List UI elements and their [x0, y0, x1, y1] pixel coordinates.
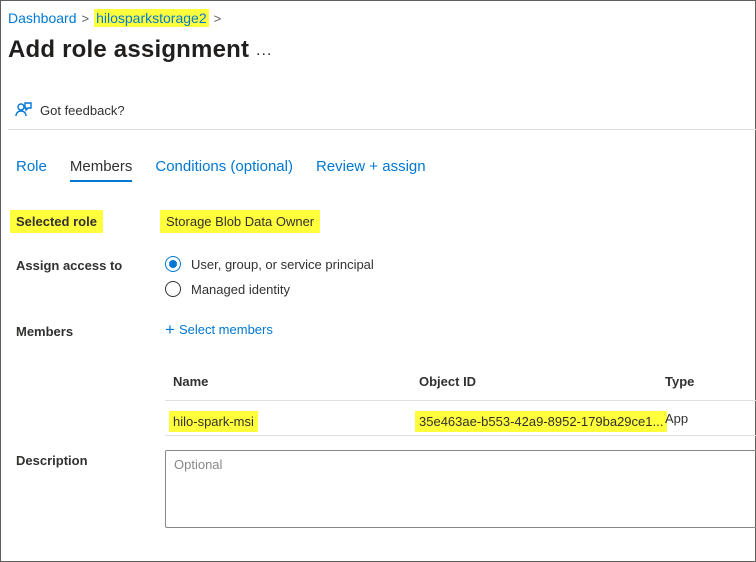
member-name: hilo-spark-msi — [169, 411, 258, 432]
radio-checked-icon[interactable] — [165, 256, 181, 272]
radio-user-group-sp[interactable]: User, group, or service principal — [165, 256, 374, 272]
tab-members[interactable]: Members — [69, 158, 132, 182]
column-header-type: Type — [665, 374, 695, 389]
radio-label: Managed identity — [191, 281, 291, 297]
selected-role-label: Selected role — [10, 210, 103, 233]
page-title: Add role assignment — [8, 36, 250, 63]
description-label: Description — [16, 453, 88, 468]
breadcrumb-storage-link[interactable]: hilosparkstorage2 — [94, 9, 209, 27]
member-object-id: 35e463ae-b553-42a9-8952-179ba29ce1... — [415, 411, 668, 432]
feedback-button[interactable]: Got feedback? — [14, 101, 125, 119]
tab-role[interactable]: Role — [16, 158, 47, 181]
column-header-object-id: Object ID — [419, 374, 477, 389]
table-row[interactable]: hilo-spark-msi 35e463ae-b553-42a9-8952-1… — [165, 401, 756, 436]
radio-unchecked-icon[interactable] — [165, 281, 181, 297]
radio-managed-identity[interactable]: Managed identity — [165, 281, 290, 297]
wizard-tabs: Role Members Conditions (optional) Revie… — [16, 158, 449, 182]
assign-access-label: Assign access to — [16, 258, 123, 273]
tab-review-assign[interactable]: Review + assign — [316, 158, 426, 181]
member-type: App — [665, 411, 689, 426]
breadcrumb-dashboard-link[interactable]: Dashboard — [8, 10, 77, 26]
chevron-right-icon: > — [213, 10, 222, 26]
more-options-button[interactable]: ... — [256, 42, 272, 60]
members-label: Members — [16, 324, 74, 339]
members-table: Name Object ID Type hilo-spark-msi 35e46… — [165, 362, 756, 436]
select-members-label: Select members — [178, 322, 273, 337]
description-placeholder: Optional — [174, 457, 223, 472]
column-header-name: Name — [173, 374, 209, 389]
table-header: Name Object ID Type — [165, 362, 756, 401]
description-textarea[interactable]: Optional — [165, 450, 756, 528]
feedback-label: Got feedback? — [40, 102, 125, 118]
chevron-right-icon: > — [81, 10, 90, 26]
breadcrumb: Dashboard > hilosparkstorage2 > — [8, 9, 226, 27]
plus-icon: + — [165, 320, 175, 339]
feedback-icon — [15, 102, 32, 117]
radio-label: User, group, or service principal — [191, 256, 374, 272]
selected-role-value: Storage Blob Data Owner — [160, 210, 321, 233]
header-divider — [8, 129, 756, 130]
select-members-button[interactable]: + Select members — [165, 320, 273, 339]
tab-conditions[interactable]: Conditions (optional) — [155, 158, 293, 181]
